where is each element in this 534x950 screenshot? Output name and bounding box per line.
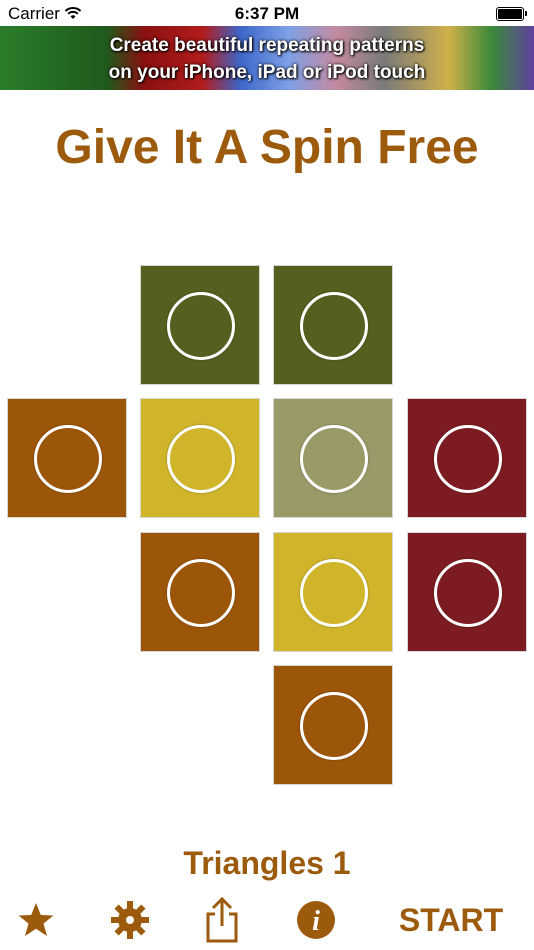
tile-ring [300, 425, 368, 493]
pattern-tile[interactable] [273, 398, 393, 518]
svg-text:i: i [312, 906, 320, 937]
tile-ring [434, 425, 502, 493]
tile-ring [300, 559, 368, 627]
pattern-tile[interactable] [140, 532, 260, 652]
ad-banner[interactable]: Create beautiful repeating patterns on y… [0, 26, 534, 90]
start-label: START [398, 901, 504, 938]
pattern-name: Triangles 1 [183, 845, 351, 881]
favorite-button[interactable] [12, 895, 60, 945]
star-icon [18, 903, 54, 936]
banner-line-2: on your iPhone, iPad or iPod touch [108, 62, 426, 83]
settings-button[interactable] [106, 895, 154, 945]
tile-ring [300, 692, 368, 760]
pattern-tile[interactable] [7, 398, 127, 518]
tile-ring [34, 425, 102, 493]
tile-ring [167, 559, 235, 627]
info-icon: i [297, 901, 335, 939]
gear-icon [111, 901, 149, 939]
share-icon [206, 896, 238, 943]
pattern-tile[interactable] [273, 665, 393, 785]
tile-ring [167, 292, 235, 360]
status-bar: Carrier 6:37 PM [0, 0, 534, 26]
start-button[interactable]: START [392, 895, 510, 945]
pattern-tile[interactable] [273, 265, 393, 385]
share-button[interactable] [198, 895, 246, 945]
pattern-tile[interactable] [140, 398, 260, 518]
status-time: 6:37 PM [234, 4, 300, 23]
info-button[interactable]: i [292, 895, 340, 945]
banner-line-1: Create beautiful repeating patterns [109, 35, 425, 56]
app-title: Give It A Spin Free [55, 121, 479, 174]
tile-ring [300, 292, 368, 360]
tile-ring [434, 559, 502, 627]
tile-ring [167, 425, 235, 493]
pattern-tile[interactable] [273, 532, 393, 652]
pattern-tile[interactable] [407, 398, 527, 518]
battery-icon [496, 7, 527, 21]
pattern-tile[interactable] [407, 532, 527, 652]
pattern-tile[interactable] [140, 265, 260, 385]
